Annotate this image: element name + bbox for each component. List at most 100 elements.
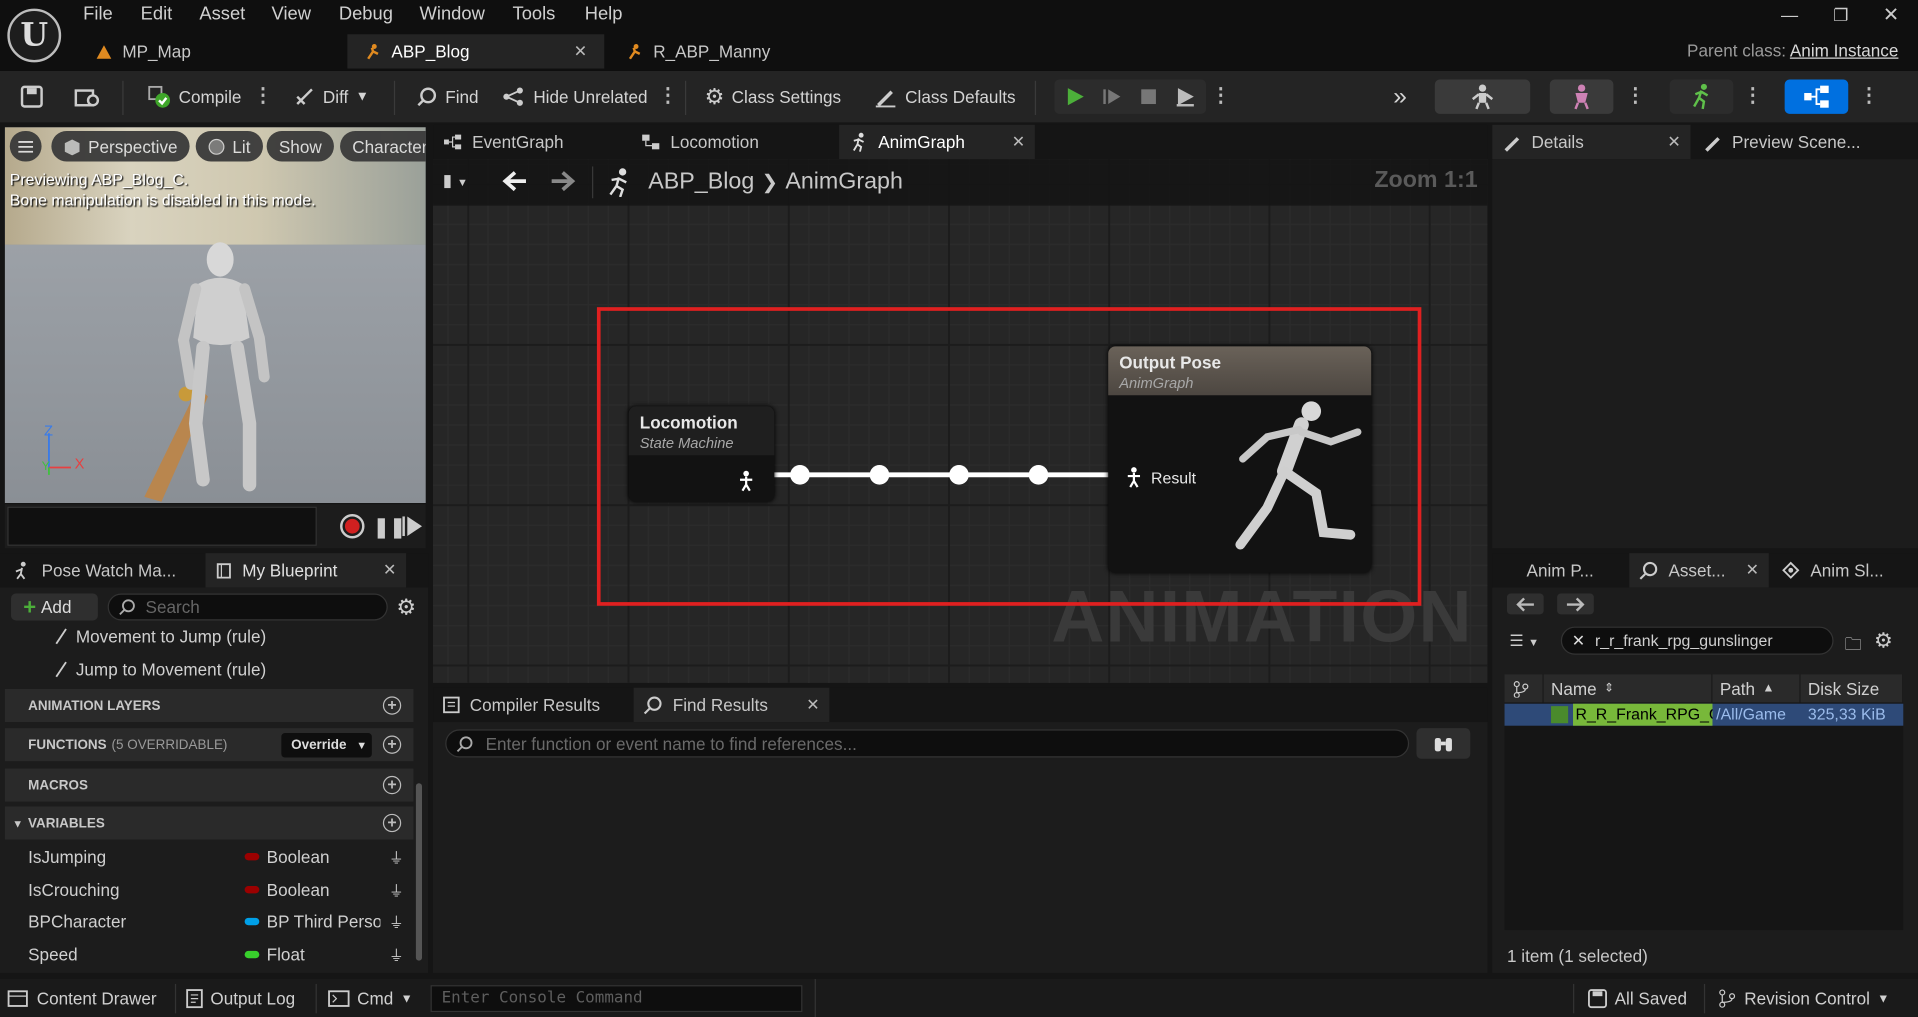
- close-window-icon[interactable]: ✕: [1878, 4, 1905, 26]
- revision-control-button[interactable]: Revision Control ▼: [1717, 985, 1889, 1012]
- play-forward-icon[interactable]: [401, 514, 423, 538]
- clear-search-icon[interactable]: ✕: [1572, 631, 1585, 651]
- eye-closed-icon[interactable]: ⏚: [389, 911, 404, 932]
- eject-icon[interactable]: [1167, 86, 1204, 108]
- mesh-mode-button[interactable]: [1549, 79, 1614, 114]
- add-animation-layer-icon[interactable]: +: [382, 696, 402, 715]
- bookmark-icon[interactable]: ▮ ▼: [443, 170, 468, 191]
- unreal-logo-icon[interactable]: U: [7, 8, 62, 63]
- variable-row[interactable]: IsCrouching Boolean ⏚: [5, 874, 414, 906]
- class-defaults-button[interactable]: Class Defaults: [873, 82, 1016, 111]
- variable-type[interactable]: Float: [267, 945, 381, 965]
- expand-toolbar-icon[interactable]: »: [1393, 82, 1407, 111]
- play-icon[interactable]: [1057, 86, 1094, 108]
- settings-gear-icon[interactable]: ⚙: [396, 596, 416, 618]
- back-arrow-icon[interactable]: [502, 169, 529, 193]
- left-panel-scrollbar[interactable]: [415, 783, 423, 961]
- diff-button[interactable]: Diff ▼: [294, 82, 369, 111]
- close-tab-icon[interactable]: ✕: [1667, 132, 1680, 152]
- eye-closed-icon[interactable]: ⏚: [389, 944, 404, 965]
- close-tab-icon[interactable]: ✕: [383, 561, 396, 581]
- tab-details[interactable]: Details ✕: [1492, 124, 1691, 160]
- mesh-options-icon[interactable]: ⋮: [1626, 84, 1646, 108]
- close-tab-icon[interactable]: ✕: [1012, 132, 1025, 152]
- search-input[interactable]: Search: [107, 593, 388, 621]
- eye-closed-icon[interactable]: ⏚: [389, 879, 404, 900]
- tab-find-results[interactable]: Find Results ✕: [633, 687, 830, 723]
- breadcrumb-leaf[interactable]: AnimGraph: [785, 169, 903, 196]
- animation-mode-button[interactable]: [1669, 79, 1734, 114]
- variable-type[interactable]: BP Third Perso: [267, 912, 381, 932]
- close-tab-icon[interactable]: ✕: [1746, 561, 1759, 581]
- override-dropdown[interactable]: Override ▼: [281, 733, 372, 758]
- category-functions[interactable]: FUNCTIONS (5 OVERRIDABLE) Override ▼ +: [4, 728, 414, 762]
- viewport-menu-icon[interactable]: [9, 130, 42, 162]
- parent-class-link[interactable]: Anim Instance: [1790, 40, 1899, 60]
- variable-type[interactable]: Boolean: [267, 880, 381, 900]
- tab-anim-graph[interactable]: AnimGraph ✕: [839, 124, 1035, 160]
- timeline-scrubber[interactable]: [7, 506, 317, 546]
- blueprint-mode-button[interactable]: [1784, 79, 1849, 114]
- menu-debug[interactable]: Debug: [339, 4, 393, 25]
- menu-edit[interactable]: Edit: [141, 4, 173, 25]
- tab-anim-slot[interactable]: Anim Sl...: [1771, 553, 1893, 587]
- menu-file[interactable]: File: [83, 4, 113, 25]
- character-button[interactable]: Character: [340, 130, 426, 162]
- save-icon[interactable]: [20, 82, 44, 111]
- step-icon[interactable]: [1094, 86, 1131, 108]
- tab-locomotion[interactable]: Locomotion: [631, 125, 768, 159]
- menu-window[interactable]: Window: [420, 4, 485, 25]
- column-header-disk-size[interactable]: Disk Size: [1800, 674, 1904, 703]
- console-command-input[interactable]: Enter Console Command: [430, 985, 803, 1013]
- add-variable-icon[interactable]: +: [382, 814, 402, 833]
- preview-viewport[interactable]: Perspective Lit Show Character Previewin…: [4, 127, 426, 503]
- record-icon[interactable]: [340, 513, 365, 539]
- breadcrumb-root[interactable]: ABP_Blog: [648, 169, 754, 196]
- skeleton-mode-button[interactable]: [1434, 79, 1531, 114]
- find-binoculars-button[interactable]: [1416, 728, 1471, 759]
- content-drawer-button[interactable]: Content Drawer: [7, 985, 157, 1012]
- show-button[interactable]: Show: [266, 130, 334, 162]
- tab-compiler-results[interactable]: Compiler Results: [433, 688, 610, 722]
- minimize-icon[interactable]: —: [1776, 4, 1803, 26]
- transition-rule[interactable]: Movement to Jump (rule): [54, 627, 266, 646]
- perspective-button[interactable]: Perspective: [51, 130, 190, 162]
- category-macros[interactable]: MACROS +: [4, 768, 414, 802]
- doc-tab-mp-map[interactable]: MP_Map: [78, 34, 208, 68]
- add-macro-icon[interactable]: +: [382, 776, 402, 795]
- play-options-icon[interactable]: ⋮: [1211, 84, 1231, 108]
- add-button[interactable]: + Add: [11, 593, 98, 621]
- doc-tab-r-abp-manny[interactable]: R_ABP_Manny: [609, 34, 787, 68]
- all-saved-button[interactable]: All Saved: [1588, 985, 1687, 1012]
- lit-button[interactable]: Lit: [195, 130, 263, 162]
- column-header-path[interactable]: Path ▲: [1712, 674, 1801, 703]
- tab-preview-scene[interactable]: Preview Scene...: [1693, 125, 1870, 159]
- tab-event-graph[interactable]: EventGraph: [433, 125, 573, 159]
- close-tab-icon[interactable]: ✕: [574, 42, 587, 62]
- filter-icon[interactable]: ☰ ▼: [1509, 631, 1539, 651]
- back-arrow-icon[interactable]: [1506, 593, 1544, 615]
- browse-icon[interactable]: [73, 82, 100, 111]
- variable-row[interactable]: Speed Float ⏚: [5, 939, 414, 971]
- find-button[interactable]: Find: [416, 82, 479, 111]
- find-references-input[interactable]: Enter function or event name to find ref…: [445, 729, 1410, 758]
- menu-help[interactable]: Help: [585, 4, 623, 25]
- category-animation-layers[interactable]: ANIMATION LAYERS +: [4, 688, 414, 723]
- menu-tools[interactable]: Tools: [513, 4, 556, 25]
- tab-asset-browser[interactable]: Asset... ✕: [1629, 553, 1769, 588]
- menu-view[interactable]: View: [272, 4, 311, 25]
- close-tab-icon[interactable]: ✕: [806, 695, 819, 715]
- settings-gear-icon[interactable]: ⚙: [1874, 629, 1893, 653]
- table-row[interactable]: R_R_Frank_RPG_G /All/Game 325,33 KiB: [1504, 703, 1904, 726]
- stop-icon[interactable]: [1130, 87, 1167, 107]
- compile-options-icon[interactable]: ⋮: [253, 84, 273, 108]
- tab-pose-watch[interactable]: Pose Watch Ma...: [2, 553, 185, 587]
- variable-type[interactable]: Boolean: [267, 847, 381, 867]
- compile-button[interactable]: Compile: [147, 82, 241, 111]
- folder-icon[interactable]: 🗀: [1845, 631, 1862, 660]
- doc-tab-abp-blog[interactable]: ABP_Blog ✕: [347, 34, 605, 69]
- column-header-name[interactable]: Name ⇕: [1543, 674, 1713, 703]
- forward-arrow-icon[interactable]: [1557, 593, 1594, 615]
- transition-rule[interactable]: Jump to Movement (rule): [54, 660, 266, 679]
- restore-icon[interactable]: ❐: [1827, 4, 1854, 26]
